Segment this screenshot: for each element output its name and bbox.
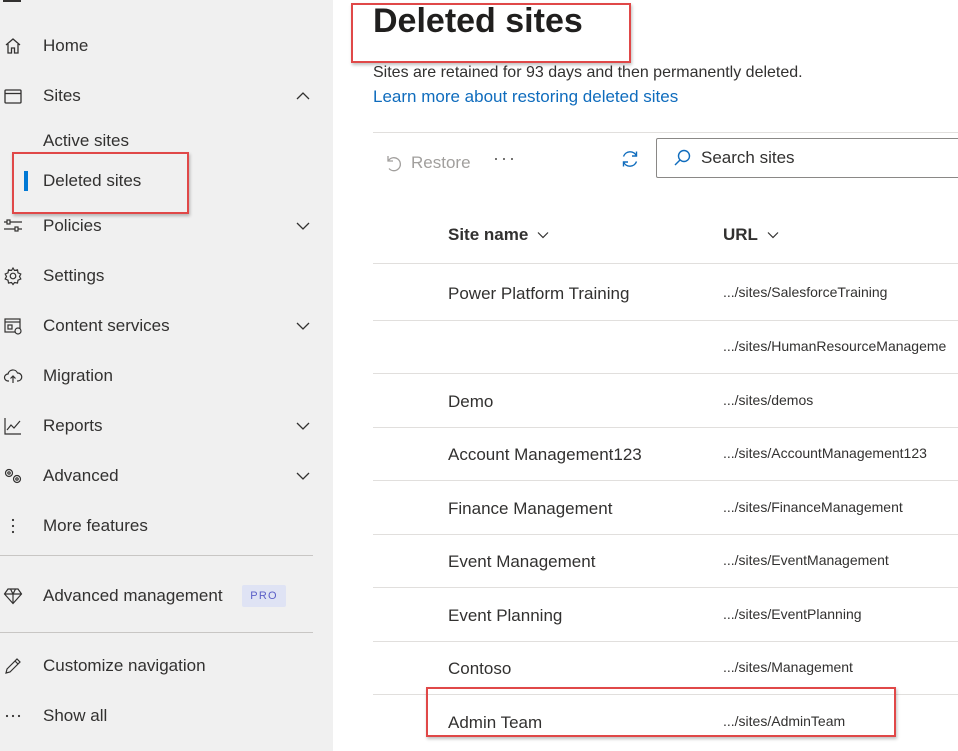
cloud-upload-icon (3, 366, 23, 386)
nav-item-content-services[interactable]: Content services (0, 306, 333, 346)
more-options-button[interactable]: ··· (493, 148, 517, 169)
site-url-cell: .../sites/FinanceManagement (723, 499, 903, 515)
nav-item-policies[interactable]: Policies (0, 206, 333, 246)
table-row[interactable]: Power Platform Training .../sites/Salesf… (373, 263, 958, 317)
nav-label-active-sites: Active sites (43, 131, 129, 150)
site-name-cell: Admin Team (448, 713, 543, 732)
site-url-cell: .../sites/HumanResourceManageme (723, 338, 947, 354)
chevron-down-icon[interactable] (293, 466, 313, 486)
toolbar-divider (373, 132, 958, 133)
nav-item-settings[interactable]: Settings (0, 256, 333, 296)
nav-label-deleted-sites: Deleted sites (43, 171, 142, 190)
column-header-url[interactable]: URL (723, 225, 780, 245)
nav-label-customize-navigation: Customize navigation (43, 656, 206, 675)
pencil-icon (3, 656, 23, 676)
site-url-cell: .../sites/SalesforceTraining (723, 284, 888, 300)
nav-item-show-all[interactable]: Show all (0, 696, 333, 736)
content-services-icon (3, 316, 23, 336)
site-name-cell: Event Management (448, 552, 596, 571)
gear-icon (3, 266, 23, 286)
nav-item-customize-navigation[interactable]: Customize navigation (0, 646, 333, 686)
sliders-icon (3, 216, 23, 236)
nav-divider (0, 632, 313, 633)
chevron-down-icon[interactable] (293, 216, 313, 236)
nav-item-advanced[interactable]: Advanced (0, 456, 333, 496)
chevron-down-icon (767, 232, 779, 239)
site-url-cell: .../sites/EventManagement (723, 552, 889, 568)
table-row[interactable]: Account Management123 .../sites/AccountM… (373, 427, 958, 481)
nav-item-active-sites[interactable]: Active sites (0, 121, 333, 161)
table-row[interactable]: Finance Management .../sites/FinanceMana… (373, 480, 958, 534)
nav-item-more-features[interactable]: More features (0, 506, 333, 546)
table-row[interactable]: .../sites/HumanResourceManageme (373, 320, 958, 374)
site-name-cell: Finance Management (448, 499, 613, 518)
nav-item-deleted-sites[interactable]: Deleted sites (0, 161, 333, 201)
nav-label-advanced: Advanced (43, 466, 119, 485)
pro-badge: PRO (242, 585, 286, 607)
nav-label-sites: Sites (43, 86, 81, 105)
table-row[interactable]: Event Planning .../sites/EventPlanning (373, 587, 958, 641)
undo-icon (387, 156, 401, 172)
nav-label-content-services: Content services (43, 316, 170, 335)
site-url-cell: .../sites/AdminTeam (723, 713, 846, 729)
learn-more-link[interactable]: Learn more about restoring deleted sites (373, 87, 678, 107)
top-bar-fragment (3, 0, 21, 2)
nav-item-reports[interactable]: Reports (0, 406, 333, 446)
nav-item-home[interactable]: Home (0, 26, 333, 66)
site-url-cell: .../sites/EventPlanning (723, 606, 862, 622)
table-row[interactable]: Demo .../sites/demos (373, 373, 958, 427)
nav-label-policies: Policies (43, 216, 102, 235)
column-header-label: URL (723, 225, 758, 244)
chevron-down-icon[interactable] (293, 416, 313, 436)
vertical-ellipsis-icon (3, 516, 23, 536)
table-row[interactable]: Admin Team .../sites/AdminTeam (373, 694, 958, 748)
page-title: Deleted sites (373, 2, 583, 40)
chevron-down-icon[interactable] (293, 316, 313, 336)
refresh-icon[interactable] (619, 148, 641, 170)
main-content: Deleted sites Sites are retained for 93 … (333, 0, 958, 751)
site-name-cell: Event Planning (448, 606, 563, 625)
nav-item-migration[interactable]: Migration (0, 356, 333, 396)
search-box[interactable] (656, 138, 958, 178)
chevron-up-icon[interactable] (293, 86, 313, 106)
site-url-cell: .../sites/demos (723, 392, 814, 408)
chevron-down-icon (537, 232, 549, 239)
nav-divider (0, 555, 313, 556)
ellipsis-icon (3, 706, 23, 726)
search-input[interactable] (701, 147, 951, 169)
site-name-cell: Account Management123 (448, 445, 642, 464)
site-url-cell: .../sites/AccountManagement123 (723, 445, 927, 461)
site-name-cell: Power Platform Training (448, 284, 630, 303)
search-icon (674, 149, 691, 166)
nav-label-home: Home (43, 36, 89, 55)
gears-icon (3, 466, 23, 486)
column-header-site-name[interactable]: Site name (448, 225, 550, 245)
nav-item-sites[interactable]: Sites (0, 76, 333, 116)
table-row[interactable]: Event Management .../sites/EventManageme… (373, 534, 958, 588)
restore-label: Restore (411, 153, 471, 172)
column-header-label: Site name (448, 225, 529, 244)
page-description: Sites are retained for 93 days and then … (373, 64, 803, 81)
nav-label-more-features: More features (43, 516, 148, 535)
nav-label-settings: Settings (43, 266, 105, 285)
chart-line-icon (3, 416, 23, 436)
site-name-cell: Contoso (448, 659, 512, 678)
diamond-icon (3, 586, 23, 606)
browser-icon (3, 86, 23, 106)
nav-label-reports: Reports (43, 416, 103, 435)
left-navigation: Home Sites Active sites Deleted sites Po… (0, 0, 333, 751)
nav-label-show-all: Show all (43, 706, 108, 725)
site-url-cell: .../sites/Management (723, 659, 853, 675)
nav-label-advanced-management: Advanced management (43, 586, 223, 605)
home-icon (3, 36, 23, 56)
restore-button[interactable]: Restore (383, 150, 471, 176)
site-name-cell: Demo (448, 392, 494, 411)
nav-label-migration: Migration (43, 366, 113, 385)
table-row[interactable]: Contoso .../sites/Management (373, 641, 958, 695)
